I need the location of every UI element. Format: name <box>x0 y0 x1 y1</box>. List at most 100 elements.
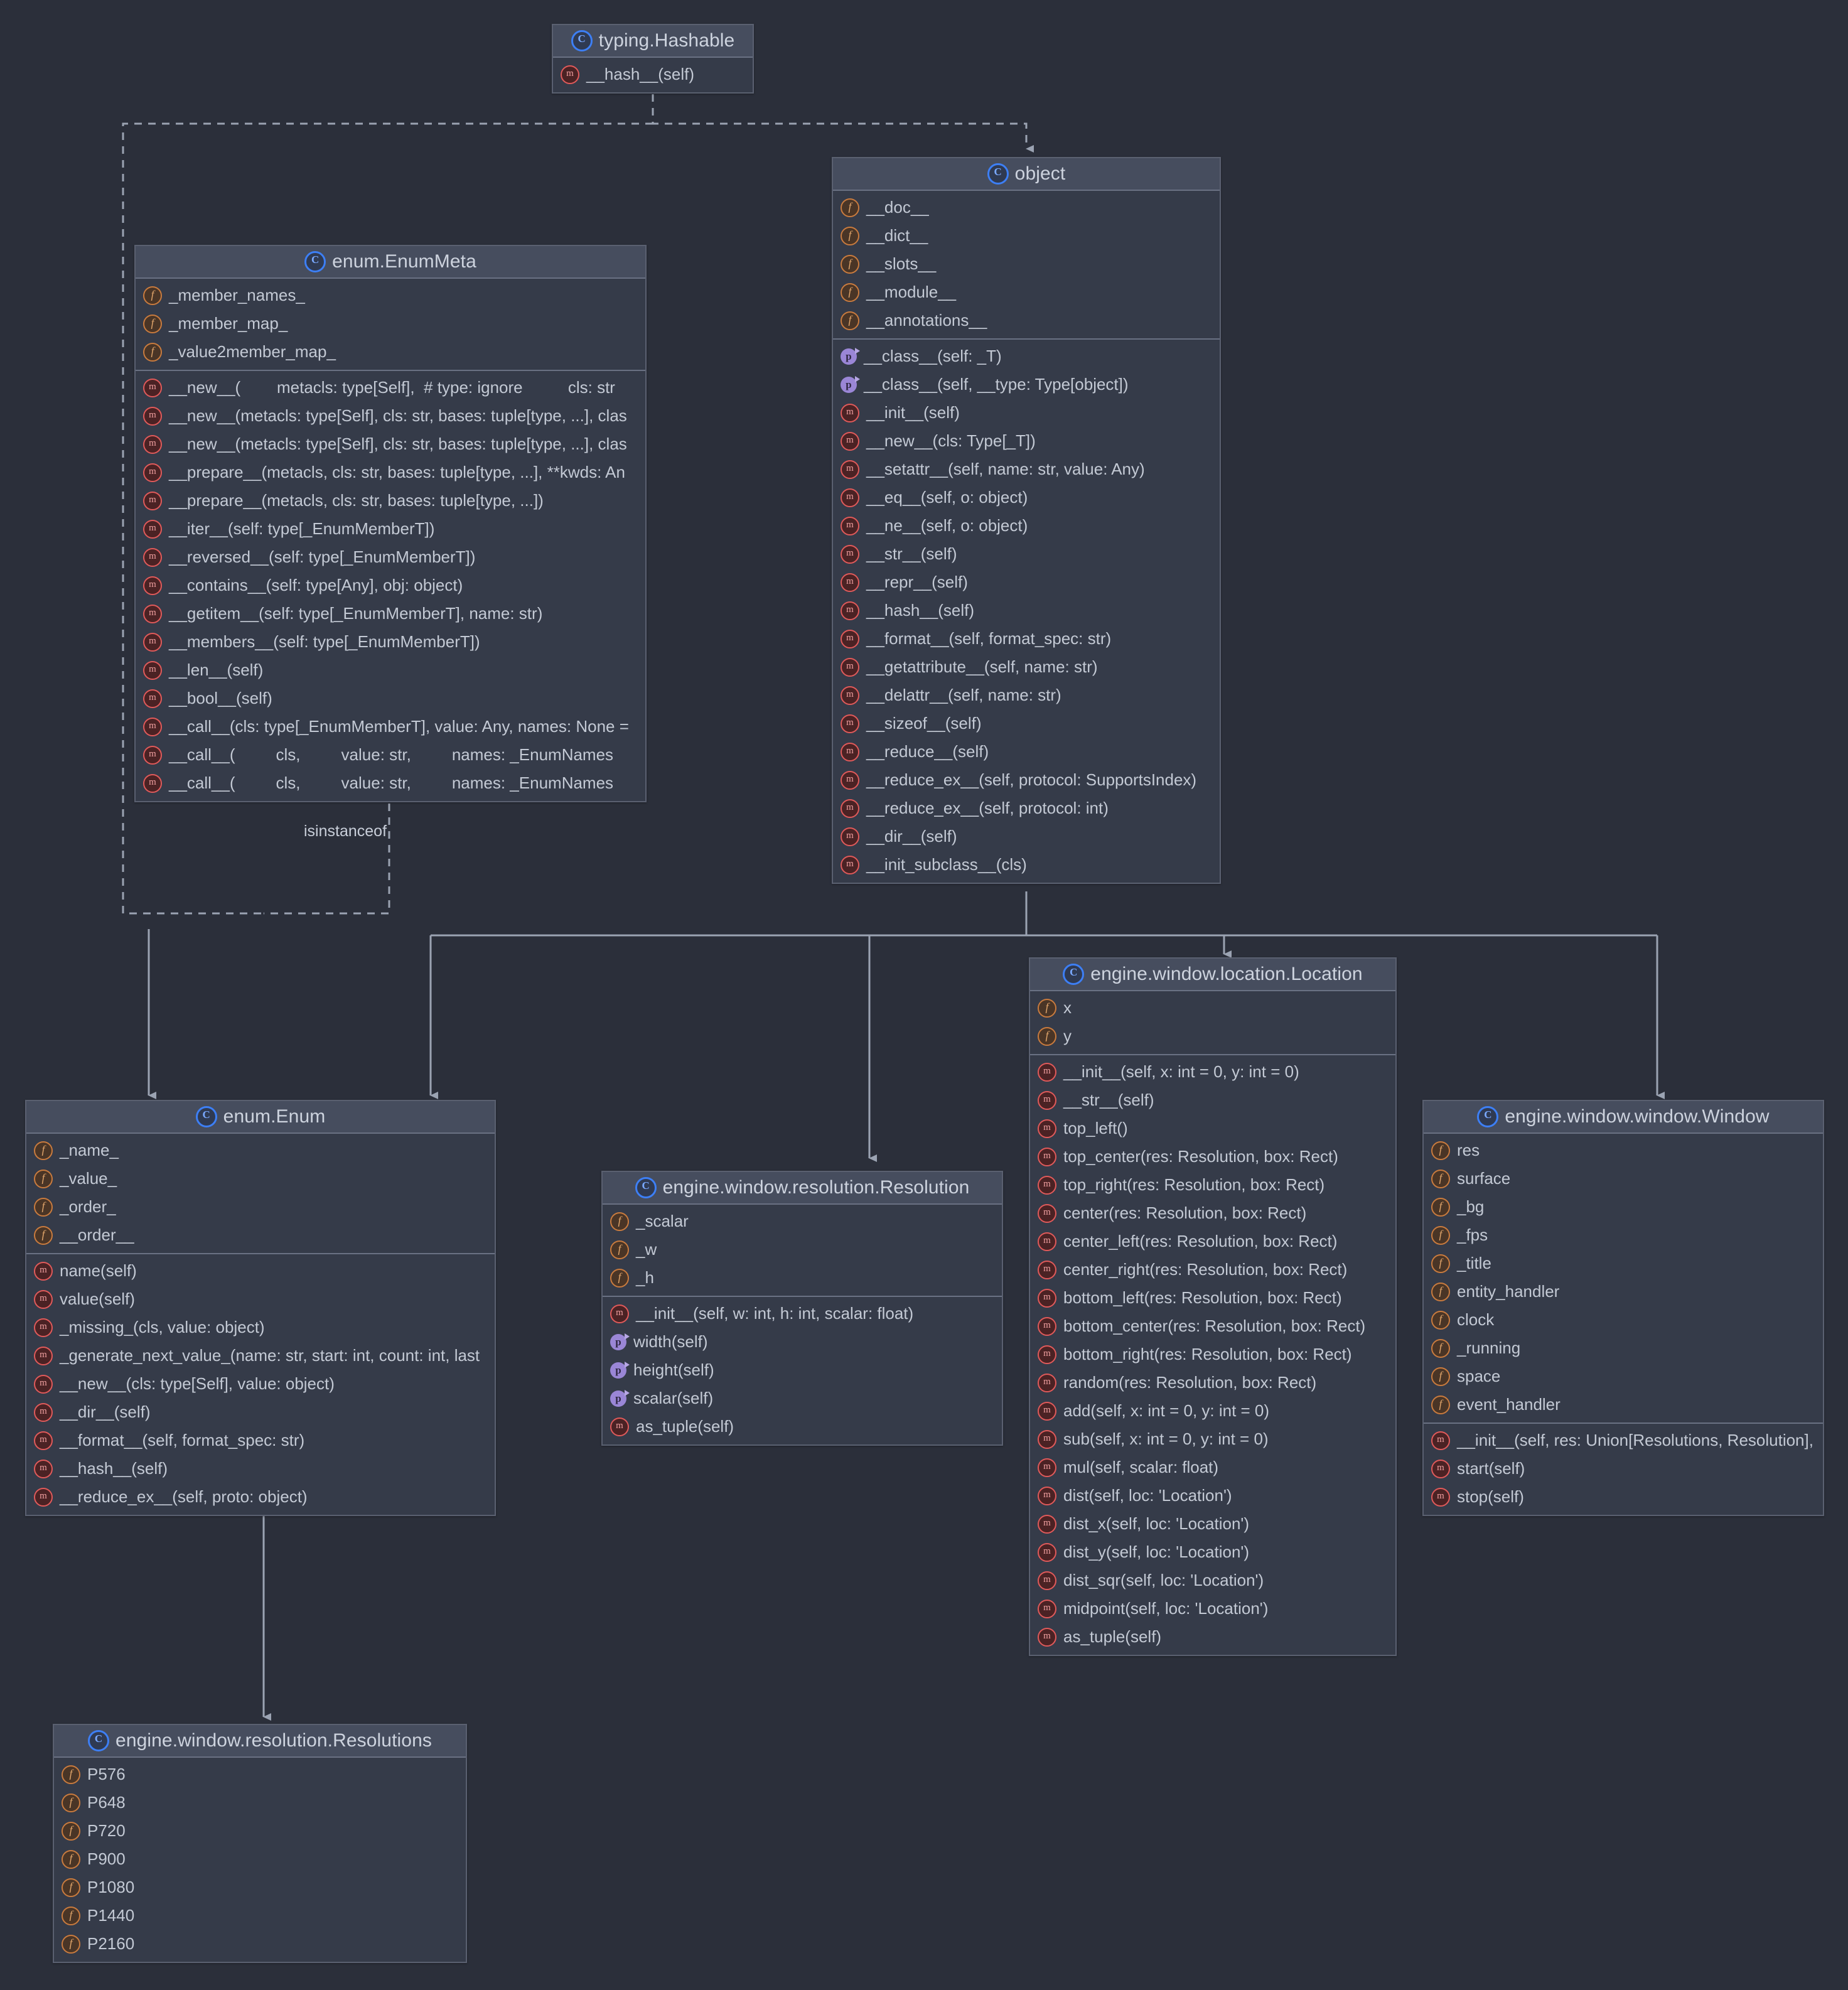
member-row[interactable]: m __setattr__(self, name: str, value: Any… <box>833 455 1220 483</box>
member-row[interactable]: m top_center(res: Resolution, box: Rect) <box>1030 1143 1395 1171</box>
member-row[interactable]: f P1440 <box>54 1901 466 1930</box>
member-row[interactable]: m as_tuple(self) <box>1030 1623 1395 1651</box>
member-row[interactable]: p scalar(self) <box>603 1384 1002 1412</box>
member-row[interactable]: f space <box>1424 1362 1823 1390</box>
member-row[interactable]: m __reduce_ex__(self, protocol: int) <box>833 794 1220 822</box>
member-row[interactable]: m __len__(self) <box>136 656 645 684</box>
member-row[interactable]: f __dict__ <box>833 222 1220 250</box>
member-row[interactable]: m top_right(res: Resolution, box: Rect) <box>1030 1171 1395 1199</box>
member-row[interactable]: f _bg <box>1424 1193 1823 1221</box>
member-row[interactable]: f _order_ <box>26 1193 495 1221</box>
member-row[interactable]: m __hash__(self) <box>833 596 1220 625</box>
member-row[interactable]: fx <box>1030 994 1395 1022</box>
member-row[interactable]: m __init__(self, res: Union[Resolutions, … <box>1424 1426 1823 1455</box>
member-row[interactable]: m __getattribute__(self, name: str) <box>833 653 1220 681</box>
member-row[interactable]: m start(self) <box>1424 1455 1823 1483</box>
member-row[interactable]: f P1080 <box>54 1873 466 1901</box>
member-row[interactable]: m __prepare__(metacls, cls: str, bases: t… <box>136 458 645 487</box>
member-row[interactable]: m _generate_next_value_(name: str, start:… <box>26 1342 495 1370</box>
member-row[interactable]: m __bool__(self) <box>136 684 645 713</box>
member-row[interactable]: f __doc__ <box>833 193 1220 222</box>
member-row[interactable]: m random(res: Resolution, box: Rect) <box>1030 1369 1395 1397</box>
member-row[interactable]: f P2160 <box>54 1930 466 1958</box>
member-row[interactable]: f entity_handler <box>1424 1277 1823 1306</box>
member-row[interactable]: f __module__ <box>833 278 1220 306</box>
member-row[interactable]: m center(res: Resolution, box: Rect) <box>1030 1199 1395 1227</box>
member-row[interactable]: m __new__(metacls: type[Self], cls: str, … <box>136 430 645 458</box>
member-row[interactable]: m dist(self, loc: 'Location') <box>1030 1482 1395 1510</box>
member-row[interactable]: p __class__(self: _T) <box>833 342 1220 370</box>
member-row[interactable]: m __str__(self) <box>833 540 1220 568</box>
member-row[interactable]: m value(self) <box>26 1285 495 1313</box>
member-row[interactable]: m sub(self, x: int = 0, y: int = 0) <box>1030 1425 1395 1453</box>
member-row[interactable]: m __ne__(self, o: object) <box>833 512 1220 540</box>
member-row[interactable]: f _member_map_ <box>136 309 645 338</box>
member-row[interactable]: p __class__(self, __type: Type[object]) <box>833 370 1220 399</box>
member-row[interactable]: m __contains__(self: type[Any], obj: obje… <box>136 571 645 600</box>
member-row[interactable]: m __call__( cls, value: str, names: _Enum… <box>136 769 645 797</box>
member-row[interactable]: f P720 <box>54 1817 466 1845</box>
class-box-engine-window-resolution-resolution[interactable]: C engine.window.resolution.Resolution f _… <box>601 1171 1003 1446</box>
member-row[interactable]: m __reduce_ex__(self, protocol: SupportsI… <box>833 766 1220 794</box>
member-row[interactable]: f event_handler <box>1424 1390 1823 1419</box>
member-row[interactable]: m __dir__(self) <box>833 822 1220 851</box>
member-row[interactable]: m __new__(cls: Type[_T]) <box>833 427 1220 455</box>
member-row[interactable]: m __iter__(self: type[_EnumMemberT]) <box>136 515 645 543</box>
class-box-object[interactable]: C object f __doc__ f __dict__ f __slots__ f… <box>832 157 1221 884</box>
member-row[interactable]: m __call__(cls: type[_EnumMemberT], value… <box>136 713 645 741</box>
member-row[interactable]: m add(self, x: int = 0, y: int = 0) <box>1030 1397 1395 1425</box>
class-box-enum-enummeta[interactable]: C enum.EnumMeta f _member_names_ f _member… <box>134 245 647 802</box>
member-row[interactable]: m dist_x(self, loc: 'Location') <box>1030 1510 1395 1538</box>
member-row[interactable]: f res <box>1424 1136 1823 1164</box>
member-row[interactable]: m dist_y(self, loc: 'Location') <box>1030 1538 1395 1566</box>
member-row[interactable]: m dist_sqr(self, loc: 'Location') <box>1030 1566 1395 1595</box>
member-row[interactable]: m _missing_(cls, value: object) <box>26 1313 495 1342</box>
member-row[interactable]: m __init__(self, w: int, h: int, scalar: … <box>603 1299 1002 1328</box>
member-row[interactable]: m center_left(res: Resolution, box: Rect) <box>1030 1227 1395 1256</box>
member-row[interactable]: m __repr__(self) <box>833 568 1220 596</box>
member-row[interactable]: m __format__(self, format_spec: str) <box>26 1426 495 1455</box>
member-row[interactable]: m midpoint(self, loc: 'Location') <box>1030 1595 1395 1623</box>
member-row[interactable]: m __str__(self) <box>1030 1086 1395 1114</box>
member-row[interactable]: f __order__ <box>26 1221 495 1249</box>
member-row[interactable]: f _name_ <box>26 1136 495 1164</box>
class-box-engine-window-resolution-resolutions[interactable]: C engine.window.resolution.Resolutions f… <box>53 1724 467 1963</box>
member-row[interactable]: m __new__(metacls: type[Self], cls: str, … <box>136 402 645 430</box>
class-box-engine-window-window-window[interactable]: C engine.window.window.Window f res f surf… <box>1422 1100 1824 1516</box>
member-row[interactable]: m __new__(cls: type[Self], value: object) <box>26 1370 495 1398</box>
member-row[interactable]: m __dir__(self) <box>26 1398 495 1426</box>
member-row[interactable]: fy <box>1030 1022 1395 1050</box>
member-row[interactable]: m __getitem__(self: type[_EnumMemberT], n… <box>136 600 645 628</box>
member-row[interactable]: m mul(self, scalar: float) <box>1030 1453 1395 1482</box>
member-row[interactable]: m __reversed__(self: type[_EnumMemberT]) <box>136 543 645 571</box>
member-row[interactable]: m center_right(res: Resolution, box: Rect… <box>1030 1256 1395 1284</box>
class-box-enum-enum[interactable]: C enum.Enum f _name_ f _value_ f _order_ f _… <box>25 1100 496 1516</box>
member-row[interactable]: m __members__(self: type[_EnumMemberT]) <box>136 628 645 656</box>
member-row[interactable]: m __hash__(self) <box>26 1455 495 1483</box>
member-row[interactable]: m bottom_right(res: Resolution, box: Rect… <box>1030 1340 1395 1369</box>
member-row[interactable]: f _running <box>1424 1334 1823 1362</box>
member-row[interactable]: m __hash__(self) <box>553 60 753 89</box>
member-row[interactable]: m __new__( metacls: type[Self], # type: i… <box>136 374 645 402</box>
member-row[interactable]: m __init__(self) <box>833 399 1220 427</box>
member-row[interactable]: m __reduce_ex__(self, proto: object) <box>26 1483 495 1511</box>
member-row[interactable]: m __sizeof__(self) <box>833 709 1220 738</box>
member-row[interactable]: m stop(self) <box>1424 1483 1823 1511</box>
member-row[interactable]: m __prepare__(metacls, cls: str, bases: t… <box>136 487 645 515</box>
member-row[interactable]: m __init__(self, x: int = 0, y: int = 0) <box>1030 1058 1395 1086</box>
member-row[interactable]: f _value2member_map_ <box>136 338 645 366</box>
member-row[interactable]: f clock <box>1424 1306 1823 1334</box>
member-row[interactable]: f __slots__ <box>833 250 1220 278</box>
member-row[interactable]: f _title <box>1424 1249 1823 1277</box>
member-row[interactable]: m __eq__(self, o: object) <box>833 483 1220 512</box>
member-row[interactable]: m bottom_left(res: Resolution, box: Rect) <box>1030 1284 1395 1312</box>
member-row[interactable]: m __delattr__(self, name: str) <box>833 681 1220 709</box>
member-row[interactable]: f _value_ <box>26 1164 495 1193</box>
member-row[interactable]: f P900 <box>54 1845 466 1873</box>
class-box-typing-hashable[interactable]: C typing.Hashable m __hash__(self) <box>552 24 754 94</box>
member-row[interactable]: m name(self) <box>26 1257 495 1285</box>
member-row[interactable]: f _fps <box>1424 1221 1823 1249</box>
member-row[interactable]: m __call__( cls, value: str, names: _Enum… <box>136 741 645 769</box>
member-row[interactable]: m as_tuple(self) <box>603 1412 1002 1441</box>
member-row[interactable]: m __reduce__(self) <box>833 738 1220 766</box>
